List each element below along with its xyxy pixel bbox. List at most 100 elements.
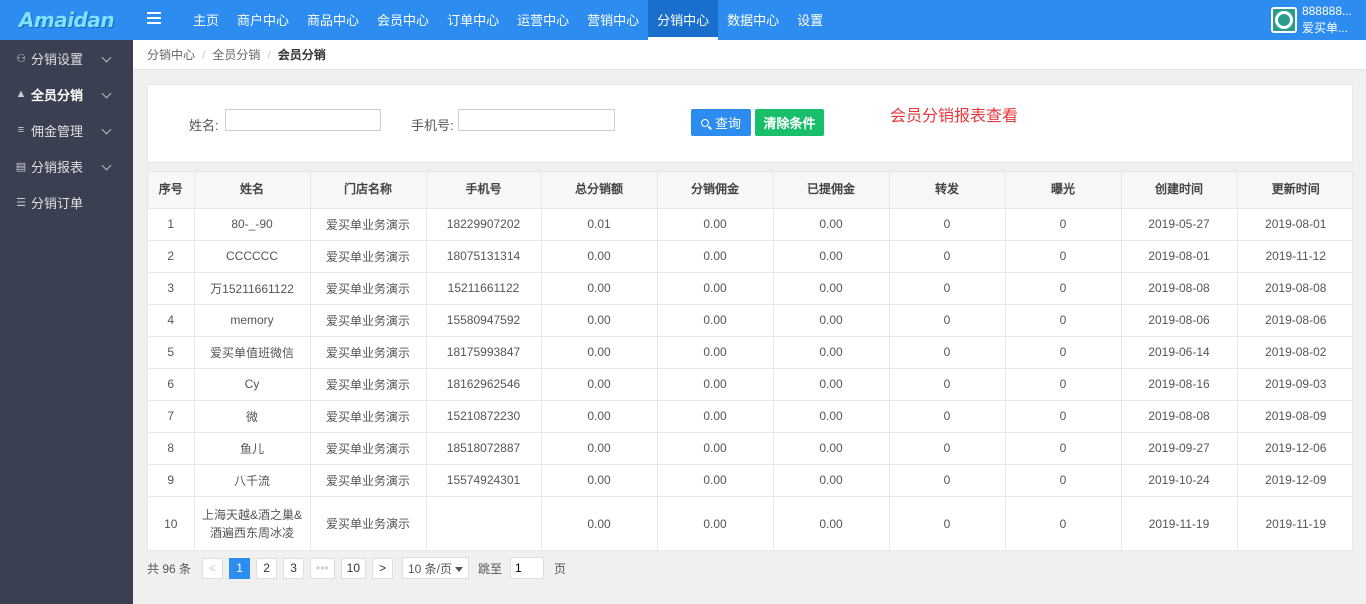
- page-button[interactable]: 10: [340, 557, 366, 579]
- sidebar-item[interactable]: ≡ 佣金管理: [0, 112, 133, 148]
- table-cell: 鱼儿: [194, 432, 311, 465]
- logo[interactable]: Amaidan: [0, 0, 133, 40]
- table-row: 1 80-_-90 爱买单业务演示 18229907202 0.01 0.00 0.00 0 0…: [148, 208, 1352, 241]
- table-cell: 0.00: [541, 304, 658, 337]
- table-row: 8 鱼儿 爱买单业务演示 18518072887 0.00 0.00 0.00 0 0 2019-…: [148, 432, 1352, 465]
- table-cell: 0.00: [773, 368, 890, 401]
- nav-item[interactable]: 主页: [184, 0, 228, 40]
- menu-toggle-icon[interactable]: [147, 12, 161, 26]
- nav-item[interactable]: 商户中心: [228, 0, 298, 40]
- table-cell: CCCCCC: [194, 240, 311, 273]
- table-cell: 0.00: [773, 208, 890, 241]
- name-input[interactable]: [225, 109, 381, 131]
- sidebar-item[interactable]: ▲ 全员分销: [0, 76, 133, 112]
- table-cell: 0.00: [773, 400, 890, 433]
- breadcrumb-current: 会员分销: [277, 48, 326, 62]
- table-cell: 2019-12-09: [1237, 464, 1352, 497]
- nav-item[interactable]: 分销中心: [648, 0, 719, 40]
- sidebar-item[interactable]: ☰ 分销订单: [0, 184, 133, 220]
- table-cell: 2019-10-24: [1121, 464, 1238, 497]
- page-button[interactable]: 2: [256, 557, 278, 579]
- table-cell: 0: [889, 336, 1006, 369]
- avatar[interactable]: [1270, 7, 1297, 33]
- nav-item[interactable]: 商品中心: [298, 0, 368, 40]
- table-cell: 0: [1005, 400, 1122, 433]
- table-cell: 0.00: [773, 272, 890, 305]
- column-header: 曝光: [1005, 172, 1122, 209]
- nav-item[interactable]: 运营中心: [508, 0, 578, 40]
- table-row: 2 CCCCCC 爱买单业务演示 18075131314 0.00 0.00 0.00 0 0 2…: [148, 240, 1352, 273]
- table-header-row: 序号 姓名 门店名称 手机号 总分销额 分销佣金 已提佣金 转发 曝光 创建时间 更新时间: [148, 172, 1352, 209]
- page-size-select[interactable]: 10 条/页: [402, 557, 469, 579]
- table-cell: 2019-08-01: [1237, 208, 1352, 241]
- page-button[interactable]: 3: [283, 557, 305, 579]
- page-button[interactable]: 1: [229, 557, 251, 579]
- user-menu[interactable]: 888888... 爱买单...: [1270, 2, 1352, 38]
- user-icon: ▲: [15, 88, 27, 100]
- table-cell: 0: [1005, 432, 1122, 465]
- jump-label: 跳至: [478, 561, 503, 576]
- table-cell: 0.00: [773, 464, 890, 497]
- table-cell: 18229907202: [426, 208, 542, 241]
- table-cell: 0.00: [773, 496, 890, 550]
- table-cell: 1: [148, 208, 195, 241]
- nav-item[interactable]: 订单中心: [438, 0, 508, 40]
- table-cell: 2019-08-06: [1121, 304, 1238, 337]
- report-icon: ▤: [15, 160, 27, 173]
- sidebar-item-label: 佣金管理: [31, 123, 84, 139]
- table-cell: 2019-11-19: [1237, 496, 1352, 550]
- table-cell: 爱买单业务演示: [310, 368, 427, 401]
- sidebar-item-label: 分销设置: [31, 51, 84, 67]
- table-cell: 0.00: [657, 272, 774, 305]
- nav-item[interactable]: 会员中心: [368, 0, 438, 40]
- next-page-button[interactable]: >: [372, 557, 393, 579]
- table-cell: 2019-08-08: [1121, 272, 1238, 305]
- query-button[interactable]: 查询: [691, 109, 751, 136]
- table-cell: 0.00: [773, 240, 890, 273]
- table-cell: 0: [1005, 240, 1122, 273]
- table-cell: 0: [1005, 496, 1122, 550]
- table-cell: 0.00: [657, 368, 774, 401]
- table-cell: 15580947592: [426, 304, 542, 337]
- prev-page-button[interactable]: <: [202, 557, 224, 579]
- sidebar-item[interactable]: ⚇ 分销设置: [0, 40, 133, 76]
- table-cell: 7: [148, 400, 195, 433]
- breadcrumb-item[interactable]: 全员分销: [212, 46, 260, 63]
- table-cell: 0: [889, 272, 1006, 305]
- clear-conditions-button[interactable]: 清除条件: [755, 109, 824, 136]
- table-cell: 18162962546: [426, 368, 542, 401]
- sidebar-item-label: 分销订单: [31, 195, 84, 211]
- breadcrumb-item[interactable]: 分销中心: [147, 46, 195, 63]
- table-cell: 5: [148, 336, 195, 369]
- page-ellipsis[interactable]: •••: [310, 557, 335, 579]
- database-icon: ≡: [17, 124, 25, 136]
- breadcrumb: 分销中心 / 全员分销 / 会员分销: [133, 40, 1366, 70]
- breadcrumb-separator: /: [267, 47, 271, 62]
- table-cell: 0: [1005, 464, 1122, 497]
- table-cell: 2019-06-14: [1121, 336, 1238, 369]
- table-cell: 0.00: [541, 240, 658, 273]
- table-cell: 爱买单业务演示: [310, 496, 427, 550]
- query-button-label: 查询: [714, 116, 741, 131]
- table-cell: 0: [1005, 208, 1122, 241]
- table-cell: memory: [194, 304, 311, 337]
- table-cell: 0: [889, 208, 1006, 241]
- table-cell: 0.00: [657, 336, 774, 369]
- table-cell: 4: [148, 304, 195, 337]
- table-cell: Cy: [194, 368, 311, 401]
- sidebar-item[interactable]: ▤ 分销报表: [0, 148, 133, 184]
- top-bar: Amaidan 主页 商户中心 商品中心 会员中心 订单中心 运营中心 营销中心 分销中心 数据…: [0, 0, 1366, 40]
- table-cell: 0: [889, 304, 1006, 337]
- nav-item[interactable]: 设置: [788, 0, 832, 40]
- nav-item[interactable]: 数据中心: [718, 0, 788, 40]
- table-cell: 2019-08-16: [1121, 368, 1238, 401]
- table-row: 7 微爱买单业务演示 15210872230 0.00 0.00 0.00 0 0 2019-0…: [148, 400, 1352, 433]
- table-row: 10 上海天越&酒之巢&酒遍西东周冰凌 爱买单业务演示 0.00 0.00 0.00 0 0 2…: [148, 496, 1352, 550]
- nav-item[interactable]: 营销中心: [578, 0, 648, 40]
- jump-page-input[interactable]: [510, 557, 545, 579]
- table-cell: 80-_-90: [194, 208, 311, 241]
- table-cell: 2019-09-27: [1121, 432, 1238, 465]
- table-cell: 2019-05-27: [1121, 208, 1238, 241]
- phone-input[interactable]: [458, 109, 615, 131]
- table-row: 6 Cy 爱买单业务演示 18162962546 0.00 0.00 0.00 0 0 2019-…: [148, 368, 1352, 401]
